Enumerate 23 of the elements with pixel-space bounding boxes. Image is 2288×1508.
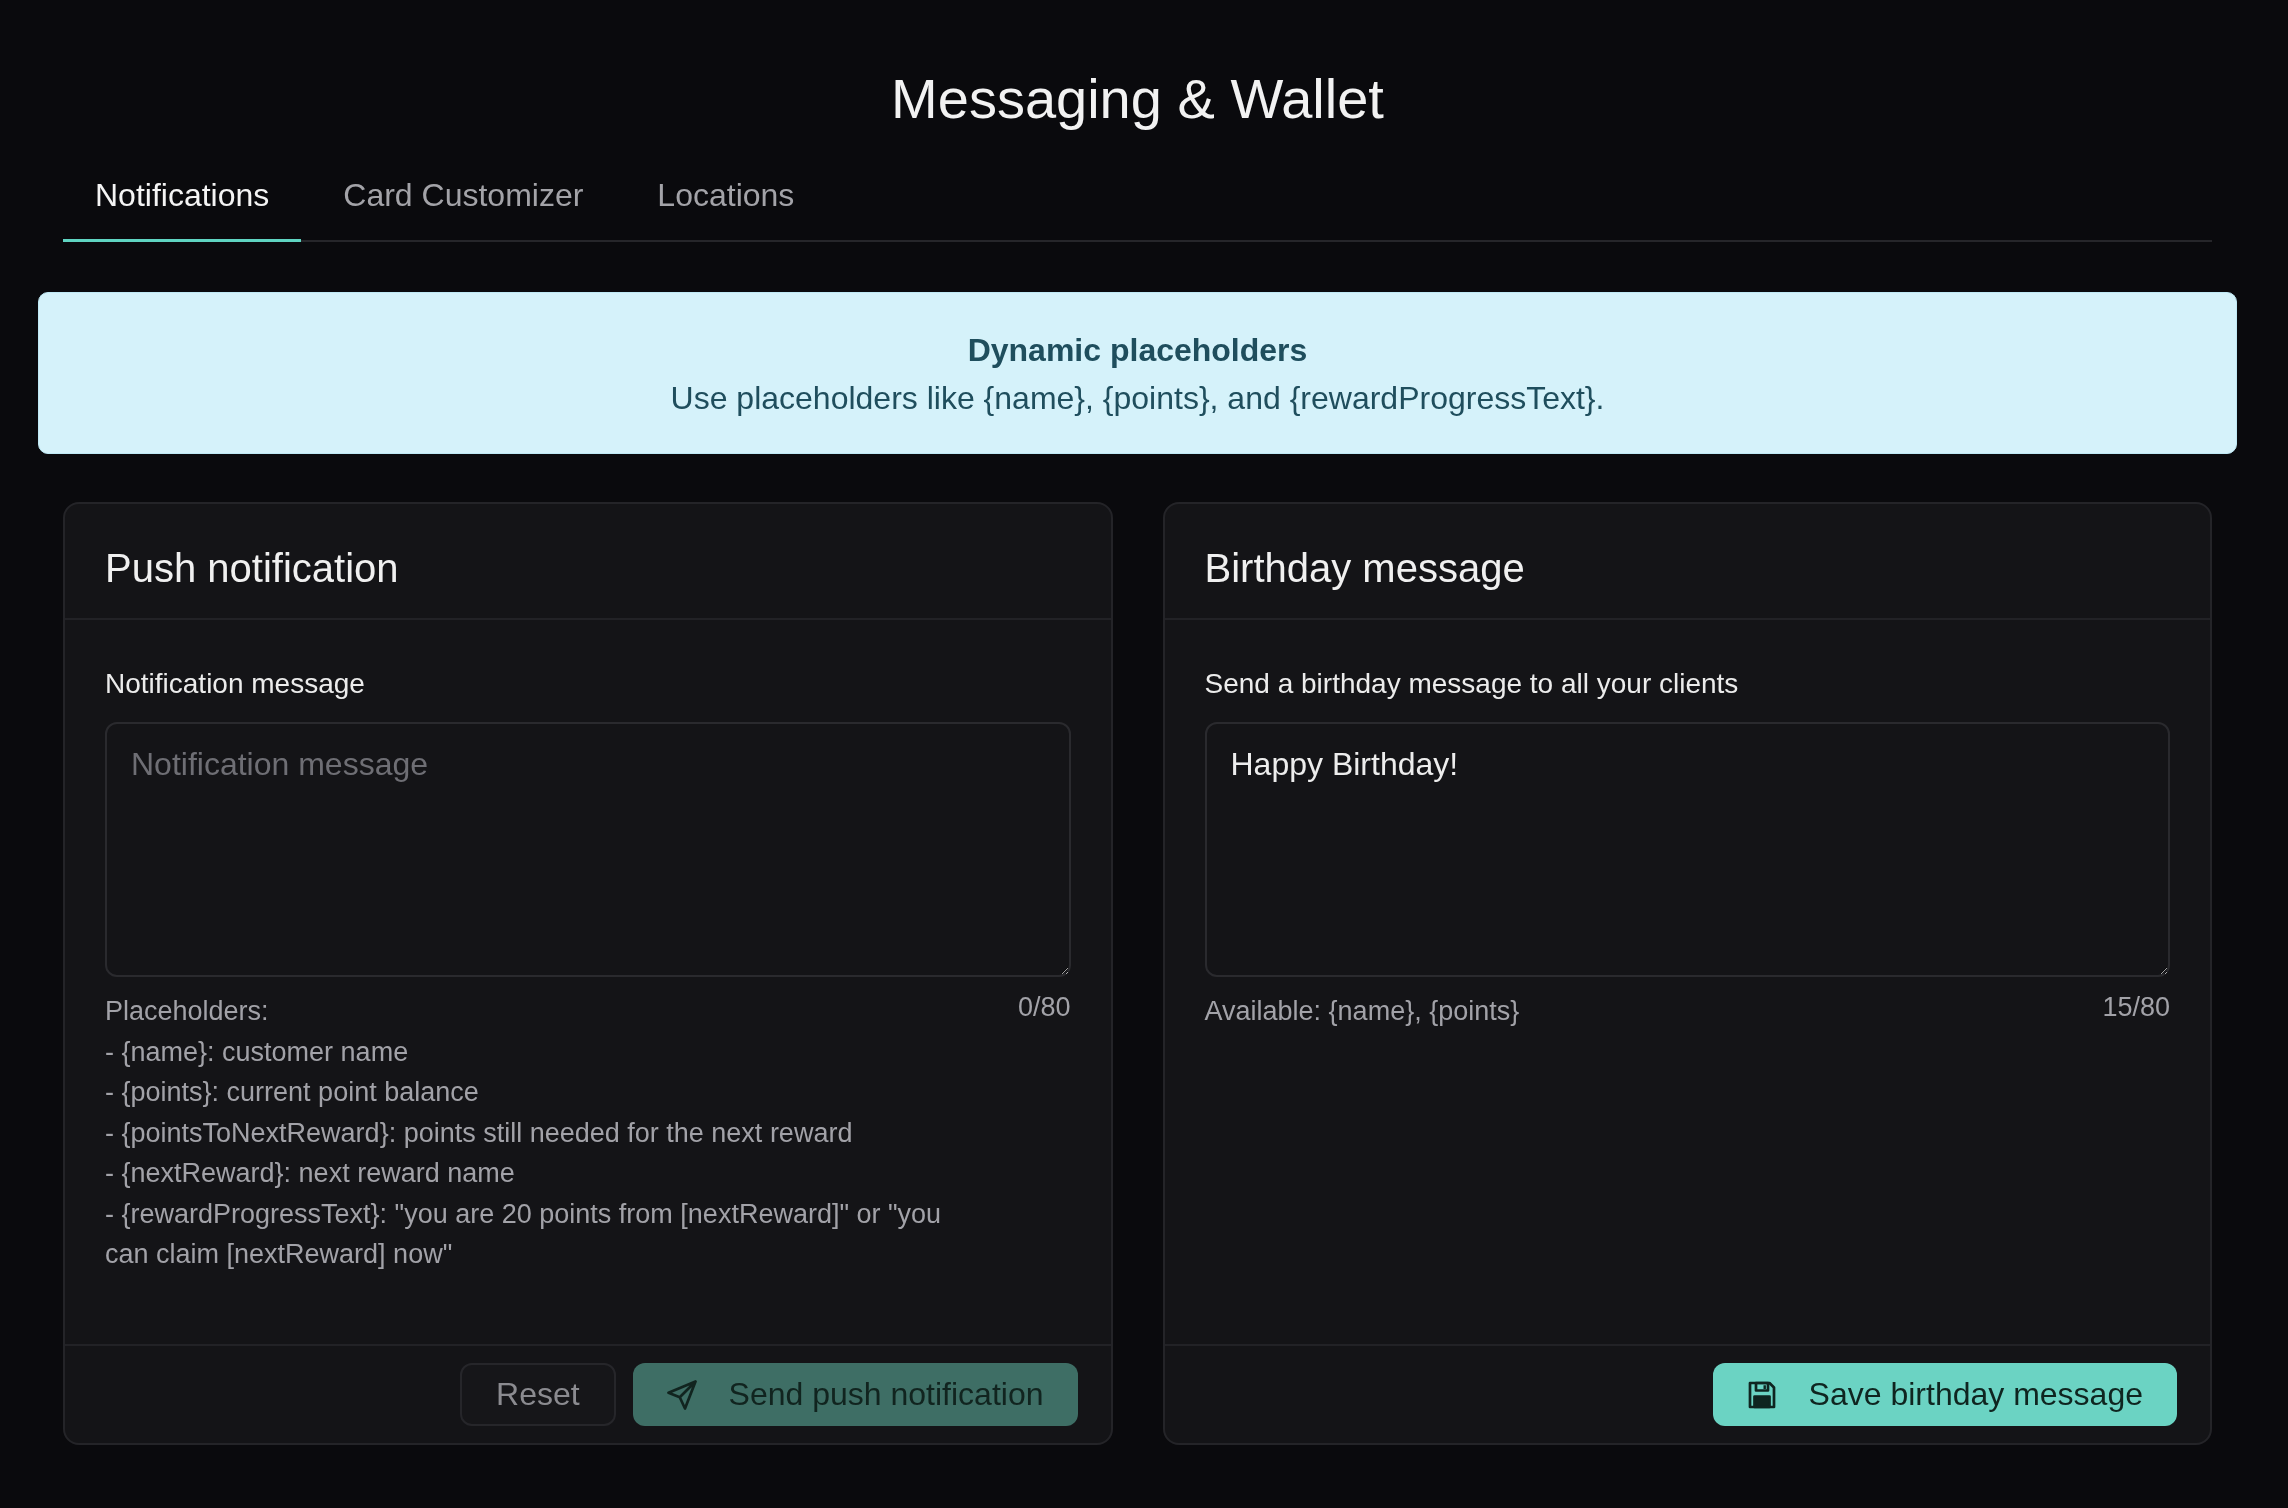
- tab[interactable]: Notifications: [63, 157, 302, 242]
- help-text: Placeholders:: [105, 995, 269, 1028]
- banner-title: Dynamic placeholders: [967, 331, 1308, 369]
- help-text: - {name}: customer name: [105, 1035, 409, 1069]
- field-label: Send a birthday message to all your clients: [1204, 668, 1739, 700]
- field-label: Notification message: [105, 668, 365, 700]
- message-field[interactable]: Happy Birthday!: [1204, 722, 2170, 977]
- panel-title: Birthday message: [1204, 546, 1525, 590]
- help-text: - {nextReward}: next reward name: [105, 1157, 515, 1190]
- character-counter: 15/80: [2102, 991, 2170, 1023]
- help-text: - {rewardProgressText}: "you are 20 points from [nextReward]" or "you can claim [nextReward] now": [105, 1197, 943, 1271]
- banner-text: Use placeholders like {name}, {points}, and {rewardProgressText}.: [670, 379, 1605, 417]
- tab[interactable]: Locations: [625, 157, 827, 242]
- panel-title: Push notification: [105, 546, 399, 590]
- help-text: Available: {name}, {points}: [1204, 995, 1520, 1028]
- page-title: Messaging & Wallet: [891, 66, 1384, 132]
- message-field[interactable]: Notification message: [105, 722, 1071, 977]
- help-text: - {pointsToNextReward}: points still needed for the next reward: [105, 1116, 853, 1150]
- tab[interactable]: Card Customizer: [311, 157, 616, 242]
- save-button[interactable]: Save birthday message: [1712, 1363, 2177, 1426]
- paper-plane-icon: [666, 1379, 697, 1410]
- help-text: - {points}: current point balance: [105, 1076, 479, 1109]
- character-counter: 0/80: [1017, 991, 1071, 1023]
